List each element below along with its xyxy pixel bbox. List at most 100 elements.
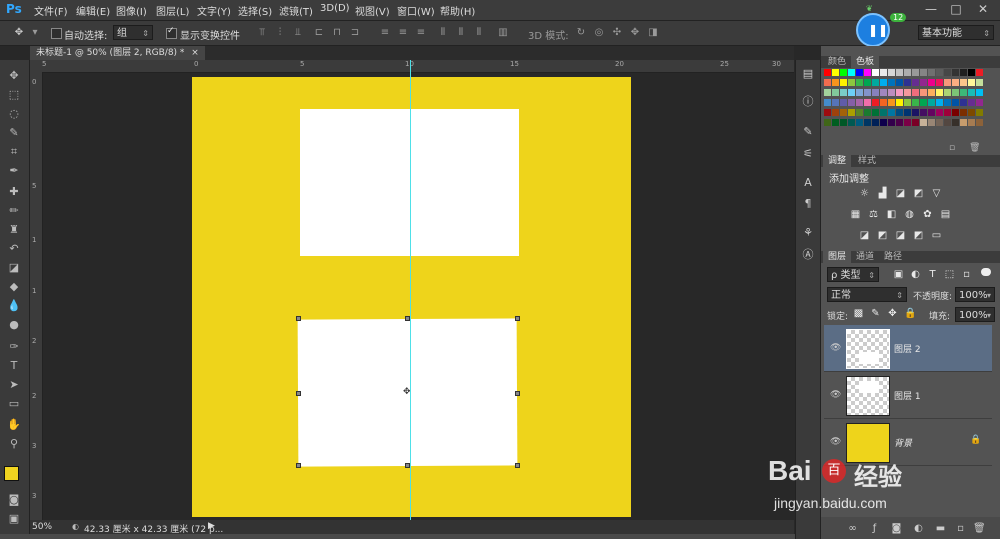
color-swatch[interactable] xyxy=(848,99,855,106)
color-swatch[interactable] xyxy=(824,79,831,86)
swatches-grid[interactable] xyxy=(824,69,984,131)
screen-mode-icon[interactable]: ▣ xyxy=(6,511,22,527)
color-swatch[interactable] xyxy=(880,119,887,126)
auto-select-checkbox[interactable] xyxy=(51,28,62,39)
color-swatch[interactable] xyxy=(856,109,863,116)
color-swatch[interactable] xyxy=(968,119,975,126)
vibrance-icon[interactable]: ▽ xyxy=(931,188,942,199)
color-swatch[interactable] xyxy=(920,79,927,86)
color-swatch[interactable] xyxy=(976,109,983,116)
color-swatch[interactable] xyxy=(976,69,983,76)
rectangle-tool-icon[interactable]: ▭ xyxy=(6,396,22,412)
color-swatch[interactable] xyxy=(912,79,919,86)
filter-toggle[interactable] xyxy=(981,268,991,276)
color-swatch[interactable] xyxy=(936,99,943,106)
minimize-button[interactable]: — xyxy=(920,1,942,17)
color-swatch[interactable] xyxy=(944,109,951,116)
color-swatch[interactable] xyxy=(944,69,951,76)
brush-settings-icon[interactable]: ⚟ xyxy=(800,146,816,162)
invert-icon[interactable]: ◪ xyxy=(859,230,870,241)
color-swatch[interactable] xyxy=(848,119,855,126)
color-swatch[interactable] xyxy=(904,79,911,86)
color-swatch[interactable] xyxy=(880,69,887,76)
menu-3d[interactable]: 3D(D) xyxy=(320,3,350,14)
tab-adjustments[interactable]: 调整 xyxy=(823,155,852,167)
roll-3d-icon[interactable]: ◎ xyxy=(592,26,606,39)
color-swatch[interactable] xyxy=(864,119,871,126)
menu-layer[interactable]: 图层(L) xyxy=(156,3,189,18)
transform-handle-bottom-right[interactable] xyxy=(515,463,520,468)
color-swatch[interactable] xyxy=(952,119,959,126)
filter-type-icon[interactable]: T xyxy=(927,269,938,280)
color-swatch[interactable] xyxy=(888,99,895,106)
color-swatch[interactable] xyxy=(928,109,935,116)
color-swatch[interactable] xyxy=(856,79,863,86)
align-right-icon[interactable]: ⊐ xyxy=(348,26,362,39)
color-swatch[interactable] xyxy=(960,109,967,116)
menu-edit[interactable]: 编辑(E) xyxy=(76,3,110,18)
layer-row-1[interactable]: 👁 图层 1 xyxy=(824,372,992,419)
menu-select[interactable]: 选择(S) xyxy=(238,3,272,18)
color-swatch[interactable] xyxy=(832,79,839,86)
color-swatch[interactable] xyxy=(912,99,919,106)
color-swatch[interactable] xyxy=(872,119,879,126)
marquee-tool-icon[interactable]: ⬚ xyxy=(6,87,22,103)
dodge-tool-icon[interactable]: ● xyxy=(6,317,22,333)
menu-help[interactable]: 帮助(H) xyxy=(440,3,475,18)
lasso-tool-icon[interactable]: ◌ xyxy=(6,106,22,122)
color-swatch[interactable] xyxy=(904,89,911,96)
color-swatch[interactable] xyxy=(880,109,887,116)
workspace-dropdown[interactable]: 基本功能 ⇕ xyxy=(918,25,994,40)
color-swatch[interactable] xyxy=(872,99,879,106)
healing-brush-tool-icon[interactable]: ✚ xyxy=(6,184,22,200)
color-swatch[interactable] xyxy=(824,69,831,76)
tab-channels[interactable]: 通道 xyxy=(851,251,879,263)
status-menu-arrow-icon[interactable]: ▶ xyxy=(208,521,215,531)
distribute-hcenter-icon[interactable]: ⦀ xyxy=(454,26,468,39)
zoom-tool-icon[interactable]: ⚲ xyxy=(6,436,22,452)
new-swatch-icon[interactable]: ▫ xyxy=(949,143,955,153)
menu-window[interactable]: 窗口(W) xyxy=(397,3,435,18)
color-swatch[interactable] xyxy=(952,69,959,76)
type-tool-icon[interactable]: T xyxy=(6,358,22,374)
filter-smart-icon[interactable]: ▫ xyxy=(961,269,972,280)
color-swatch[interactable] xyxy=(880,89,887,96)
color-swatch[interactable] xyxy=(848,79,855,86)
color-swatch[interactable] xyxy=(920,69,927,76)
color-swatch[interactable] xyxy=(824,89,831,96)
color-swatch[interactable] xyxy=(896,109,903,116)
pen-tool-icon[interactable]: ✑ xyxy=(6,339,22,355)
transform-handle-right[interactable] xyxy=(515,391,520,396)
curves-icon[interactable]: ◪ xyxy=(895,188,906,199)
color-swatch[interactable] xyxy=(952,99,959,106)
paint-bucket-tool-icon[interactable]: ◆ xyxy=(6,279,22,295)
color-swatch[interactable] xyxy=(840,89,847,96)
color-swatch[interactable] xyxy=(856,69,863,76)
visibility-eye-icon[interactable]: 👁 xyxy=(830,343,841,353)
color-swatch[interactable] xyxy=(904,119,911,126)
character-icon[interactable]: A xyxy=(800,175,816,191)
color-swatch[interactable] xyxy=(880,79,887,86)
color-swatch[interactable] xyxy=(936,119,943,126)
color-swatch[interactable] xyxy=(832,89,839,96)
color-swatch[interactable] xyxy=(976,99,983,106)
auto-align-icon[interactable]: ▥ xyxy=(496,26,510,39)
delete-layer-icon[interactable]: 🗑 xyxy=(973,523,986,534)
color-swatch[interactable] xyxy=(896,119,903,126)
color-swatch[interactable] xyxy=(888,119,895,126)
document-canvas[interactable]: ✥ xyxy=(192,77,631,517)
transform-handle-bottom-left[interactable] xyxy=(296,463,301,468)
color-swatch[interactable] xyxy=(896,89,903,96)
color-swatch[interactable] xyxy=(944,119,951,126)
posterize-icon[interactable]: ◩ xyxy=(877,230,888,241)
exposure-icon[interactable]: ◩ xyxy=(913,188,924,199)
color-swatch[interactable] xyxy=(928,89,935,96)
color-swatch[interactable] xyxy=(896,69,903,76)
blend-mode-dropdown[interactable]: 正常 ⇕ xyxy=(827,287,907,302)
pause-button[interactable]: ❚❚ xyxy=(856,13,890,47)
color-swatch[interactable] xyxy=(952,89,959,96)
color-swatch[interactable] xyxy=(968,69,975,76)
color-swatch[interactable] xyxy=(960,89,967,96)
tab-color[interactable]: 颜色 xyxy=(823,56,851,68)
channel-mixer-icon[interactable]: ✿ xyxy=(922,209,933,220)
